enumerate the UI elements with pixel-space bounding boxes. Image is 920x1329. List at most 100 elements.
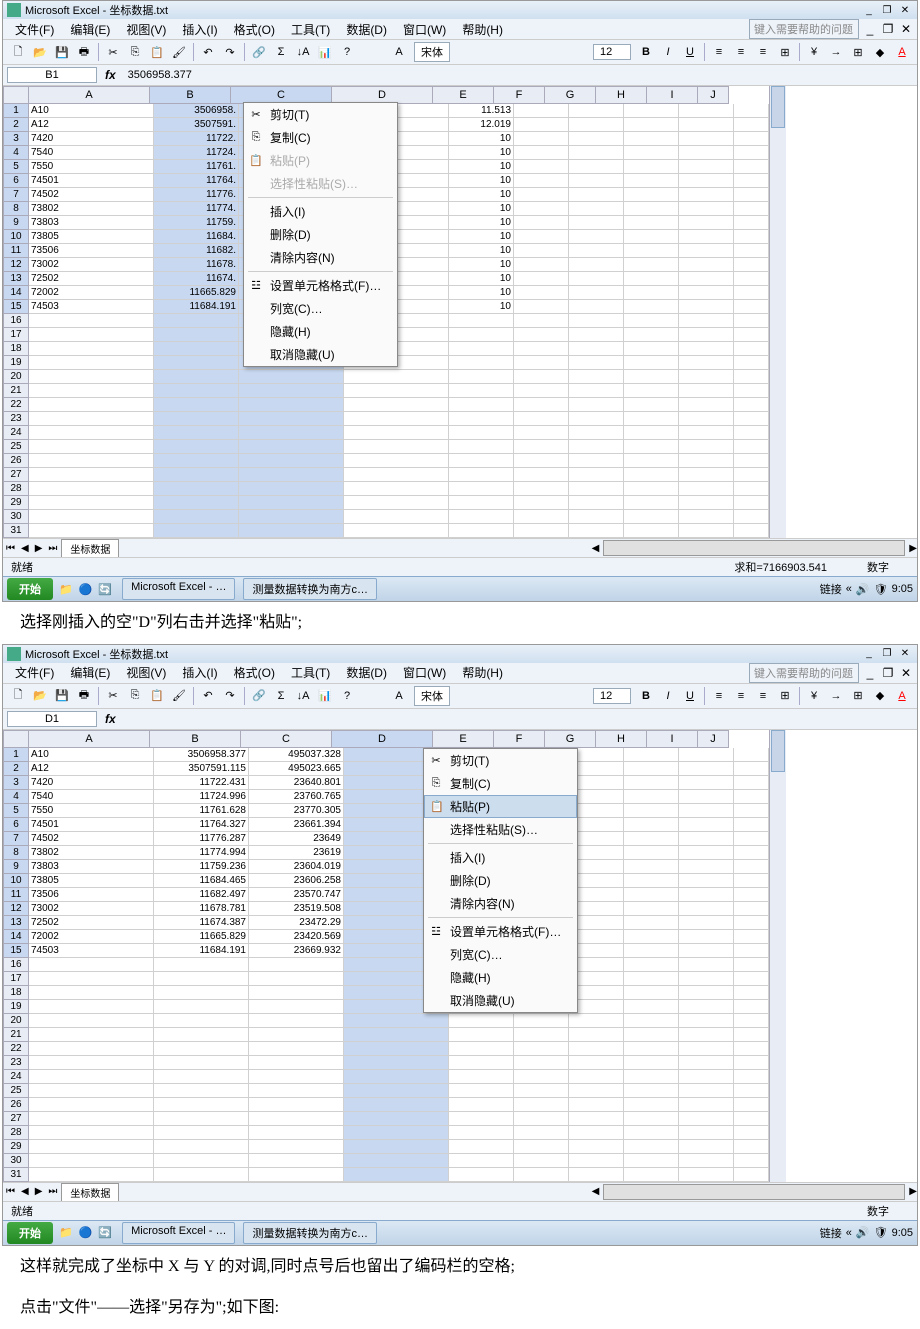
close-button[interactable]: ✕ <box>897 3 913 17</box>
cell[interactable] <box>449 1070 514 1084</box>
cell[interactable] <box>154 1070 249 1084</box>
cell[interactable] <box>154 468 239 482</box>
cell[interactable] <box>154 524 239 538</box>
sheet-tab[interactable]: 坐标数据 <box>61 539 119 557</box>
col-header-f[interactable]: F <box>494 86 545 104</box>
menu-tools[interactable]: 工具(T) <box>283 662 338 683</box>
cell[interactable]: 7550 <box>29 160 154 174</box>
cell[interactable]: 72502 <box>29 916 154 930</box>
system-tray[interactable]: 链接«🔊🛡 9:05 <box>820 1225 913 1241</box>
menu-insert[interactable]: 插入(I) <box>174 662 225 683</box>
cell[interactable]: 3507591. <box>154 118 239 132</box>
sort-button[interactable]: ↓A <box>293 686 313 706</box>
cell[interactable] <box>679 482 734 496</box>
cell[interactable] <box>734 244 769 258</box>
cell[interactable] <box>514 286 569 300</box>
row-header[interactable]: 8 <box>3 846 29 860</box>
cell[interactable] <box>154 440 239 454</box>
cell[interactable] <box>239 398 344 412</box>
cell[interactable] <box>344 468 449 482</box>
tab-prev[interactable]: ◀ <box>18 543 32 554</box>
row-header[interactable]: 25 <box>3 1084 29 1098</box>
minimize-button[interactable]: _ <box>861 647 877 661</box>
menu-format[interactable]: 格式(O) <box>226 19 283 40</box>
open-button[interactable]: 📂 <box>30 686 50 706</box>
cell[interactable] <box>29 510 154 524</box>
cell[interactable] <box>514 454 569 468</box>
cell[interactable]: 495037.328 <box>249 748 344 762</box>
sum-button[interactable]: Σ <box>271 42 291 62</box>
menu-file[interactable]: 文件(F) <box>7 19 62 40</box>
cell[interactable] <box>449 1042 514 1056</box>
cell[interactable] <box>344 1140 449 1154</box>
cell[interactable] <box>734 902 769 916</box>
cell[interactable] <box>624 790 679 804</box>
cell[interactable] <box>624 1112 679 1126</box>
cell[interactable] <box>624 328 679 342</box>
cell[interactable]: 11674.387 <box>154 916 249 930</box>
cell[interactable] <box>514 1070 569 1084</box>
cell[interactable] <box>734 496 769 510</box>
cell[interactable] <box>624 860 679 874</box>
cell[interactable] <box>514 1140 569 1154</box>
cell[interactable] <box>624 804 679 818</box>
cell[interactable] <box>154 384 239 398</box>
cell[interactable]: 23472.29 <box>249 916 344 930</box>
cell[interactable] <box>734 286 769 300</box>
cell[interactable] <box>624 930 679 944</box>
col-header-a[interactable]: A <box>29 730 150 748</box>
cell[interactable] <box>624 440 679 454</box>
cell[interactable]: 12.019 <box>449 118 514 132</box>
col-header-h[interactable]: H <box>596 730 647 748</box>
scrollbar-horizontal[interactable] <box>603 540 905 556</box>
cell[interactable] <box>154 1140 249 1154</box>
cell[interactable] <box>734 118 769 132</box>
cell[interactable] <box>29 1084 154 1098</box>
cell[interactable] <box>734 846 769 860</box>
context-menu-item[interactable]: 📋粘贴(P) <box>424 795 577 818</box>
cell[interactable] <box>154 328 239 342</box>
cell[interactable] <box>734 986 769 1000</box>
context-menu-item[interactable]: ✂剪切(T) <box>244 103 397 126</box>
cell[interactable] <box>734 1168 769 1182</box>
menu-view[interactable]: 视图(V) <box>118 19 174 40</box>
cell[interactable] <box>29 1098 154 1112</box>
cell[interactable] <box>569 104 624 118</box>
context-menu-item[interactable]: ✂剪切(T) <box>424 749 577 772</box>
redo-button[interactable]: ↷ <box>220 686 240 706</box>
select-all[interactable] <box>3 730 29 748</box>
borders-button[interactable]: ⊞ <box>848 686 868 706</box>
cell[interactable] <box>679 748 734 762</box>
cell[interactable] <box>569 1154 624 1168</box>
align-right[interactable]: ≡ <box>753 42 773 62</box>
help-button[interactable]: ? <box>337 42 357 62</box>
cell[interactable] <box>679 440 734 454</box>
cell[interactable]: 7420 <box>29 132 154 146</box>
sheet-tab[interactable]: 坐标数据 <box>61 1183 119 1201</box>
print-button[interactable]: 🖶 <box>74 686 94 706</box>
help-search[interactable]: 键入需要帮助的问题 <box>749 19 859 39</box>
cell[interactable] <box>734 1042 769 1056</box>
row-header[interactable]: 1 <box>3 104 29 118</box>
cell[interactable] <box>679 1028 734 1042</box>
font-size[interactable]: 12 <box>593 44 631 60</box>
cell[interactable] <box>514 384 569 398</box>
scrollbar-vertical[interactable] <box>769 730 786 1182</box>
cell[interactable]: 74503 <box>29 300 154 314</box>
col-header-f[interactable]: F <box>494 730 545 748</box>
row-header[interactable]: 6 <box>3 818 29 832</box>
cell[interactable] <box>679 202 734 216</box>
cell[interactable]: 11776.287 <box>154 832 249 846</box>
cell[interactable]: 10 <box>449 286 514 300</box>
cell[interactable] <box>569 272 624 286</box>
cell[interactable] <box>734 1056 769 1070</box>
cell[interactable]: 23669.932 <box>249 944 344 958</box>
cell[interactable] <box>154 1014 249 1028</box>
context-menu-item[interactable]: 清除内容(N) <box>424 892 577 915</box>
cell[interactable] <box>29 1028 154 1042</box>
context-menu-item[interactable]: 取消隐藏(U) <box>244 343 397 366</box>
cell[interactable]: 23760.765 <box>249 790 344 804</box>
cell[interactable] <box>624 1154 679 1168</box>
cell[interactable] <box>514 328 569 342</box>
cell[interactable] <box>734 1084 769 1098</box>
